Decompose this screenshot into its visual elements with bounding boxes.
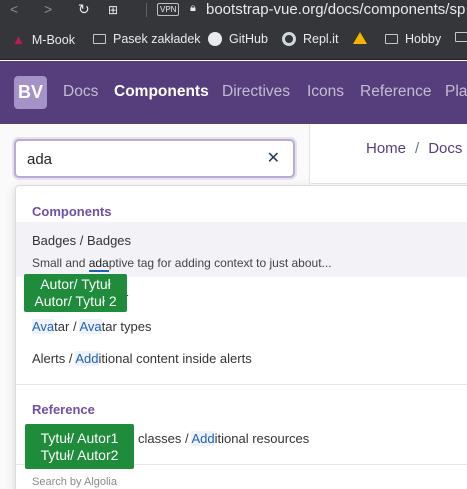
- results-heading-components: Components: [32, 204, 112, 219]
- nav-playground[interactable]: Pla: [445, 83, 467, 101]
- bookmarks-bar: ▲ M-Book Pasek zakładek GitHub Repl.it H…: [0, 20, 467, 60]
- overlay-line: Autor/ Tytuł 2: [34, 293, 117, 309]
- bookmark-pasek-zakladek[interactable]: Pasek zakładek: [93, 32, 201, 46]
- overlay-label-author-title: Autor/ Tytuł Autor/ Tytuł 2: [24, 274, 127, 312]
- algolia-footer[interactable]: Search by Algolia: [32, 476, 117, 488]
- lock-icon[interactable]: 🔒︎: [190, 2, 196, 15]
- result-alerts[interactable]: Alerts / Additional content inside alert…: [32, 351, 252, 366]
- nav-reference[interactable]: Reference: [360, 83, 432, 101]
- bookmark-label: Pasek zakładek: [113, 32, 201, 46]
- result-match: Ava: [32, 319, 55, 334]
- bookmark-overflow[interactable]: [455, 32, 467, 42]
- vpn-badge[interactable]: VPN: [157, 3, 180, 16]
- bookmark-google-drive[interactable]: [353, 32, 374, 44]
- result-reference-classes[interactable]: classes / Additional resources: [138, 431, 309, 446]
- results-divider: [16, 384, 467, 385]
- overlay-line: Tytuł/ Autor2: [40, 447, 119, 463]
- address-bar-url[interactable]: bootstrap-vue.org/docs/components/sp: [206, 1, 465, 18]
- result-badges-description: Small and adaptive tag for adding contex…: [32, 256, 332, 272]
- replit-icon: [282, 32, 296, 46]
- folder-icon: [93, 34, 106, 44]
- result-avatar[interactable]: Avatar / Avatar types: [32, 319, 152, 334]
- desc-text: Small and: [32, 256, 89, 270]
- overlay-line: Tytuł/ Autor1: [40, 430, 119, 446]
- reload-icon[interactable]: ↻: [78, 1, 90, 18]
- folder-icon: [455, 32, 467, 42]
- nav-docs[interactable]: Docs: [63, 83, 98, 101]
- result-path: Alerts /: [32, 351, 76, 366]
- bookmark-label: Hobby: [405, 32, 442, 46]
- mbook-icon: ▲: [12, 32, 25, 47]
- nav-directives[interactable]: Directives: [222, 83, 290, 101]
- bookmark-label: Repl.it: [303, 32, 339, 46]
- bookmark-github[interactable]: GitHub: [208, 32, 268, 46]
- results-heading-reference: Reference: [32, 402, 95, 417]
- breadcrumb-docs[interactable]: Docs: [428, 140, 462, 157]
- close-icon[interactable]: ✕: [267, 148, 280, 168]
- toolbar-separator: [146, 3, 147, 17]
- nav-icons[interactable]: Icons: [307, 83, 344, 101]
- google-drive-icon: [353, 32, 367, 44]
- folder-icon: [385, 34, 398, 44]
- result-title: itional content inside alerts: [98, 351, 252, 366]
- overlay-line: Autor/ Tytuł: [40, 276, 111, 292]
- bootstrap-vue-logo[interactable]: BV: [14, 76, 47, 109]
- overlay-label-title-author: Tytuł/ Autor1 Tytuł/ Autor2: [25, 424, 134, 469]
- result-match: Add: [191, 431, 215, 446]
- bookmark-label: GitHub: [229, 32, 268, 46]
- github-icon: [208, 32, 222, 46]
- nav-components[interactable]: Components: [114, 83, 209, 101]
- result-title: Badges: [86, 233, 132, 248]
- bookmark-hobby[interactable]: Hobby: [385, 32, 441, 46]
- result-match: Ava: [79, 319, 102, 334]
- desc-match: ada: [88, 256, 109, 272]
- bookmark-mbook[interactable]: ▲ M-Book: [12, 32, 75, 47]
- result-path: Badges /: [32, 233, 87, 248]
- result-title: tar types: [101, 319, 152, 334]
- site-navbar: BV Docs Components Directives Icons Refe…: [0, 61, 467, 124]
- search-input[interactable]: ada ✕: [14, 139, 295, 178]
- result-badges[interactable]: Badges / Badges: [32, 233, 131, 248]
- breadcrumb: Home / Docs: [366, 140, 462, 157]
- tab-grid-icon[interactable]: ⊞: [108, 3, 118, 17]
- bookmark-replit[interactable]: Repl.it: [282, 32, 338, 46]
- search-input-value: ada: [27, 151, 53, 168]
- result-title: itional resources: [214, 431, 310, 446]
- content-divider: [311, 183, 467, 184]
- breadcrumb-separator: /: [415, 140, 420, 157]
- result-path: tar /: [54, 319, 80, 334]
- bookmark-label: M-Book: [31, 32, 75, 47]
- browser-toolbar: < > ↻ ⊞ VPN 🔒︎ bootstrap-vue.org/docs/co…: [0, 0, 467, 20]
- back-icon[interactable]: <: [10, 1, 18, 17]
- desc-text: ptive tag for adding context to just abo…: [108, 256, 332, 270]
- forward-icon[interactable]: >: [44, 1, 52, 17]
- breadcrumb-home[interactable]: Home: [366, 140, 406, 157]
- result-path: classes /: [138, 431, 192, 446]
- result-match: Add: [75, 351, 99, 366]
